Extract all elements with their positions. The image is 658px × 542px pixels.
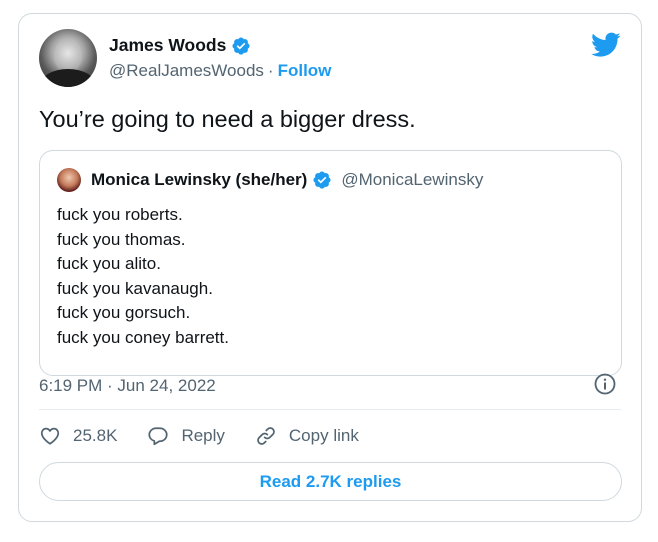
reply-label: Reply: [181, 426, 225, 445]
quoted-line: fuck you alito.: [57, 254, 161, 274]
action-bar: 25.8K Reply Copy link: [39, 425, 389, 447]
verified-badge-icon: [313, 171, 331, 189]
quoted-line: fuck you thomas.: [57, 229, 186, 249]
quoted-tweet[interactable]: Monica Lewinsky (she/her) @MonicaLewinsk…: [39, 150, 622, 376]
quoted-line: fuck you coney barrett.: [57, 327, 229, 347]
link-icon: [257, 427, 275, 445]
tweet-card: James Woods @RealJamesWoods · Follow You…: [18, 13, 642, 522]
quoted-author-handle[interactable]: @MonicaLewinsky: [341, 170, 483, 190]
copy-link-label: Copy link: [288, 426, 359, 445]
author-name-row[interactable]: James Woods: [109, 35, 251, 56]
author-handle[interactable]: @RealJamesWoods: [109, 61, 264, 81]
like-count: 25.8K: [73, 426, 118, 445]
copy-link-button[interactable]: Copy link: [255, 425, 359, 447]
quoted-header: Monica Lewinsky (she/her) @MonicaLewinsk…: [57, 168, 483, 192]
author-avatar[interactable]: [39, 29, 97, 87]
quoted-body: fuck you roberts. fuck you thomas. fuck …: [57, 203, 229, 351]
quoted-avatar[interactable]: [57, 168, 81, 192]
avatar-face: [54, 37, 82, 73]
avatar-shoulders: [41, 69, 95, 87]
heart-icon: [40, 427, 60, 445]
author-name[interactable]: James Woods: [109, 35, 226, 56]
twitter-bird-icon[interactable]: [591, 32, 621, 58]
quoted-line: fuck you kavanaugh.: [57, 278, 213, 298]
tweet-text: You’re going to need a bigger dress.: [39, 106, 416, 132]
follow-button[interactable]: Follow: [278, 61, 332, 81]
like-button[interactable]: 25.8K: [39, 425, 117, 447]
handle-separator: ·: [267, 61, 274, 80]
tweet-timestamp[interactable]: 6:19 PM · Jun 24, 2022: [39, 376, 216, 396]
reply-bubble-icon: [148, 427, 169, 446]
author-handle-row: @RealJamesWoods · Follow: [109, 61, 331, 81]
quoted-line: fuck you roberts.: [57, 205, 183, 224]
reply-button[interactable]: Reply: [147, 425, 225, 447]
read-replies-button[interactable]: Read 2.7K replies: [39, 462, 622, 501]
verified-badge-icon: [232, 36, 250, 55]
quoted-author-name[interactable]: Monica Lewinsky (she/her): [91, 170, 307, 190]
divider: [39, 409, 621, 410]
quoted-line: fuck you gorsuch.: [57, 303, 191, 323]
info-icon[interactable]: [593, 372, 617, 396]
